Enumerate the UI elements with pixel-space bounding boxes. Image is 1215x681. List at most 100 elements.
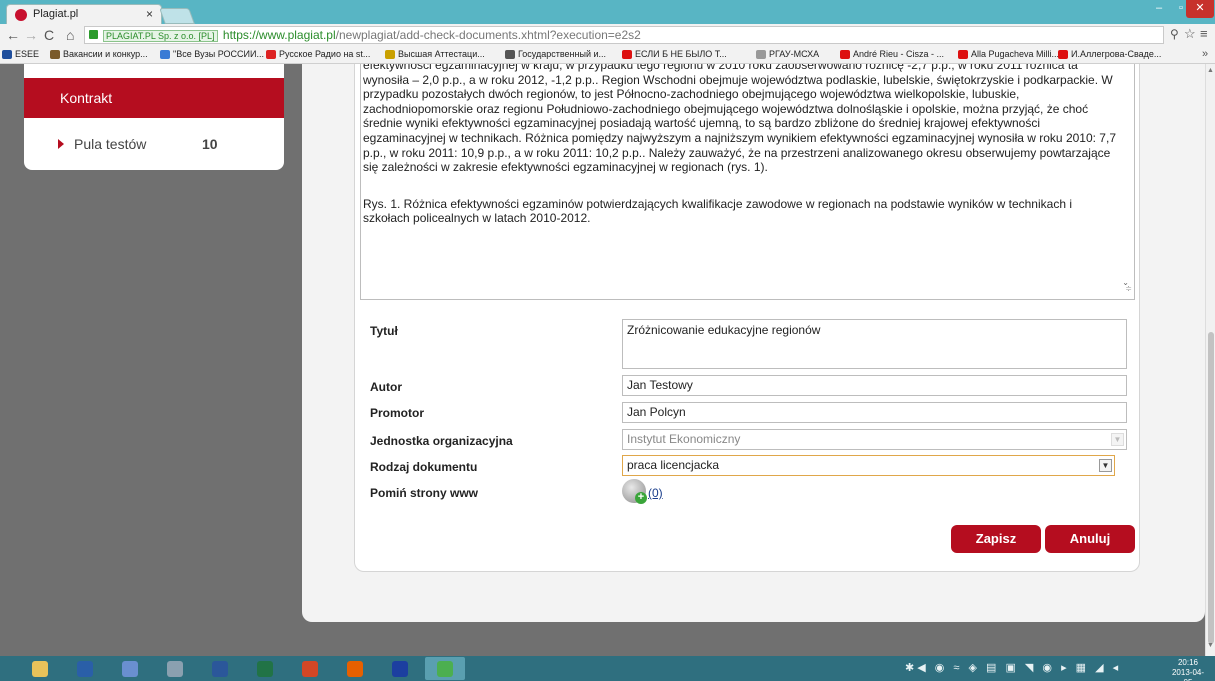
- url-input[interactable]: PLAGIAT.PL Sp. z o.o. [PL] https://www.p…: [84, 26, 1164, 44]
- triangle-right-icon: [58, 139, 64, 149]
- document-figure-caption: Rys. 1. Różnica efektywności egzaminów p…: [363, 196, 1072, 226]
- bookmark-label: "Все Вузы РОССИИ...: [173, 49, 264, 59]
- taskbar-app-button[interactable]: [425, 657, 465, 680]
- scrollbar-thumb[interactable]: [1208, 332, 1214, 644]
- presentation-icon: [302, 661, 318, 677]
- sidebar-item-pula-testow[interactable]: Pula testów: [74, 136, 146, 152]
- taskbar-app-button[interactable]: [245, 657, 285, 680]
- bookmark-item[interactable]: "Все Вузы РОССИИ...: [160, 49, 264, 59]
- bookmarks-bar: ESEE Вакансии и конкур... "Все Вузы РОССИИ…: [0, 46, 1215, 64]
- page-scrollbar[interactable]: ▲ ▼: [1205, 64, 1215, 656]
- media-icon: [122, 661, 138, 677]
- resize-handle-icon[interactable]: ≑: [1125, 282, 1132, 297]
- forward-arrow-icon[interactable]: →: [24, 27, 38, 43]
- taskbar-app-button[interactable]: [380, 657, 420, 680]
- system-tray-icons[interactable]: ✱◀ ◉ ≈ ◈ ▤ ▣ ◥ ◉ ▸ ▦ ◢ ◂: [905, 661, 1121, 674]
- browser-tab[interactable]: Plagiat.pl ×: [6, 4, 162, 24]
- promoter-field[interactable]: Jan Polcyn: [622, 402, 1127, 423]
- bookmark-item[interactable]: РГАУ-МСХА: [756, 49, 819, 59]
- doctype-select[interactable]: praca licencjacka ▼: [622, 455, 1115, 476]
- bookmark-label: Русское Радио на st...: [279, 49, 371, 59]
- excel-icon: [257, 661, 273, 677]
- bookmark-label: ESEE: [15, 49, 40, 59]
- bookmark-favicon-icon: [160, 50, 170, 59]
- bookmark-label: Alla Pugacheva Milli...: [971, 49, 1060, 59]
- skip-www-count-link[interactable]: (0): [648, 486, 663, 500]
- windows-taskbar: ✱◀ ◉ ≈ ◈ ▤ ▣ ◥ ◉ ▸ ▦ ◢ ◂ 20:16 2013-04-0…: [0, 656, 1215, 681]
- bookmark-favicon-icon: [385, 50, 395, 59]
- zoom-icon[interactable]: ⚲: [1170, 27, 1179, 41]
- scroll-down-icon[interactable]: ▼: [1207, 642, 1214, 649]
- taskbar-app-button[interactable]: [290, 657, 330, 680]
- author-label: Autor: [370, 380, 402, 394]
- document-text-area[interactable]: efektywności egzaminacyjnej w kraju, w p…: [360, 64, 1135, 300]
- clock[interactable]: 20:16 2013-04-05: [1168, 658, 1208, 681]
- new-tab-button[interactable]: [159, 8, 195, 24]
- chrome-icon: [437, 661, 453, 677]
- bookmark-item[interactable]: Alla Pugacheva Milli...: [958, 49, 1059, 59]
- app-hash-icon: [392, 661, 408, 677]
- main-panel: efektywności egzaminacyjnej w kraju, w p…: [302, 64, 1205, 622]
- bookmark-item[interactable]: Вакансии и конкур...: [50, 49, 148, 59]
- bookmark-item[interactable]: Высшая Аттестаци...: [385, 49, 485, 59]
- bookmark-favicon-icon: [266, 50, 276, 59]
- address-bar-row: ← → C ⌂ PLAGIAT.PL Sp. z o.o. [PL] https…: [0, 24, 1215, 46]
- bookmark-favicon-icon: [50, 50, 60, 59]
- lock-icon: [89, 30, 98, 39]
- plus-icon[interactable]: +: [635, 492, 647, 504]
- chevron-down-icon[interactable]: ▼: [1099, 459, 1112, 472]
- taskbar-app-button[interactable]: [155, 657, 195, 680]
- bookmark-label: Государственный и...: [518, 49, 607, 59]
- skip-www-label: Pomiń strony www: [370, 486, 479, 500]
- title-label: Tytuł: [370, 324, 398, 338]
- firefox-icon: [347, 661, 363, 677]
- app-icon: [167, 661, 183, 677]
- bookmark-item[interactable]: И.Аллегрова-Сваде...: [1058, 49, 1161, 59]
- taskbar-app-button[interactable]: [200, 657, 240, 680]
- bookmark-favicon-icon: [505, 50, 515, 59]
- author-field[interactable]: Jan Testowy: [622, 375, 1127, 396]
- pula-testow-count: 10: [202, 136, 218, 152]
- certificate-label[interactable]: PLAGIAT.PL Sp. z o.o. [PL]: [103, 30, 218, 42]
- help-icon: [77, 661, 93, 677]
- tab-title: Plagiat.pl: [33, 8, 79, 20]
- bookmark-item[interactable]: ESEE: [2, 49, 39, 59]
- tab-close-icon[interactable]: ×: [146, 7, 153, 21]
- browser-titlebar: Plagiat.pl × – ▫ ✕: [0, 0, 1215, 24]
- bookmark-label: И.Аллегрова-Сваде...: [1071, 49, 1162, 59]
- minimize-button[interactable]: –: [1148, 0, 1170, 18]
- reload-icon[interactable]: C: [44, 27, 54, 43]
- taskbar-app-button[interactable]: [335, 657, 375, 680]
- bookmark-item[interactable]: Русское Радио на st...: [266, 49, 370, 59]
- bookmark-favicon-icon: [2, 50, 12, 59]
- taskbar-app-button[interactable]: [110, 657, 150, 680]
- clock-date: 2013-04-05: [1171, 668, 1205, 681]
- bookmark-favicon-icon: [840, 50, 850, 59]
- bookmark-label: Вакансии и конкур...: [63, 49, 148, 59]
- star-icon[interactable]: ☆: [1184, 26, 1196, 42]
- home-icon[interactable]: ⌂: [66, 27, 74, 43]
- url-path: /newplagiat/add-check-documents.xhtml?ex…: [335, 28, 641, 42]
- bookmark-item[interactable]: ЕСЛИ Б НЕ БЫЛО Т...: [622, 49, 727, 59]
- document-form: efektywności egzaminacyjnej w kraju, w p…: [354, 64, 1140, 572]
- close-window-button[interactable]: ✕: [1186, 0, 1214, 18]
- doctype-value: praca licencjacka: [627, 458, 720, 472]
- word-icon: [212, 661, 228, 677]
- save-button[interactable]: Zapisz: [951, 525, 1041, 553]
- bookmark-favicon-icon: [622, 50, 632, 59]
- sidebar-header-kontrakt[interactable]: Kontrakt: [24, 78, 284, 118]
- file-explorer-icon: [32, 661, 48, 677]
- taskbar-app-button[interactable]: [20, 657, 60, 680]
- cancel-button[interactable]: Anuluj: [1045, 525, 1135, 553]
- title-field[interactable]: Zróżnicowanie edukacyjne regionów: [622, 319, 1127, 369]
- bookmark-label: РГАУ-МСХА: [769, 49, 820, 59]
- taskbar-app-button[interactable]: [65, 657, 105, 680]
- bookmark-item[interactable]: Государственный и...: [505, 49, 606, 59]
- menu-icon[interactable]: ≡: [1200, 26, 1208, 41]
- back-arrow-icon[interactable]: ←: [6, 27, 20, 43]
- bookmark-item[interactable]: André Rieu - Cisza - ...: [840, 49, 944, 59]
- bookmarks-more-icon[interactable]: »: [1202, 48, 1208, 60]
- scroll-up-icon[interactable]: ▲: [1207, 67, 1214, 74]
- promoter-label: Promotor: [370, 406, 424, 420]
- plagiat-favicon-icon: [15, 9, 27, 21]
